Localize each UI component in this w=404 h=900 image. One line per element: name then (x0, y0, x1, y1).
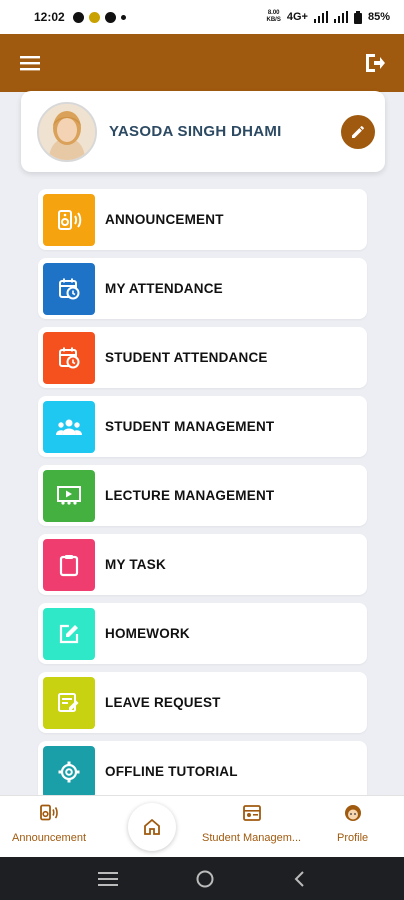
menu-label: LECTURE MANAGEMENT (105, 488, 275, 503)
menu-item-my-task[interactable]: MY TASK (38, 534, 367, 595)
app-notification-icon (88, 11, 100, 23)
calendar-clock-icon (43, 262, 95, 315)
menu-item-leave-request[interactable]: LEAVE REQUEST (38, 672, 367, 733)
menu-item-homework[interactable]: HOMEWORK (38, 603, 367, 664)
student-management-icon (242, 805, 261, 821)
profile-name: YASODA SINGH DHAMI (109, 123, 282, 140)
edit-square-icon (43, 607, 95, 660)
chat-notification-icon (72, 11, 84, 23)
avatar[interactable] (37, 101, 97, 162)
gear-icon (43, 745, 95, 798)
nav-student-management[interactable]: Student Managem... (202, 804, 301, 844)
menu-item-lecture-management[interactable]: LECTURE MANAGEMENT (38, 465, 367, 526)
menu-item-student-management[interactable]: STUDENT MANAGEMENT (38, 396, 367, 457)
system-home-icon[interactable] (195, 869, 215, 889)
speaker-icon (40, 804, 58, 821)
status-time: 12:02 (34, 10, 65, 24)
logout-icon[interactable] (358, 47, 390, 79)
more-notifications-icon (120, 14, 126, 20)
signal-icon (313, 11, 328, 23)
menu-label: HOMEWORK (105, 626, 190, 641)
menu-item-student-attendance[interactable]: STUDENT ATTENDANCE (38, 327, 367, 388)
menu-label: OFFLINE TUTORIAL (105, 764, 238, 779)
net-speed: 8.00 KB/S (267, 10, 281, 24)
menu-label: MY ATTENDANCE (105, 281, 223, 296)
menu-list: ANNOUNCEMENT MY ATTENDANCE STUDENT ATTEN… (38, 189, 367, 810)
status-bar: 12:02 8.00 KB/S 4G+ 85% (0, 0, 404, 34)
nav-label: Student Managem... (202, 832, 302, 844)
system-nav-bar (0, 857, 404, 900)
notification-icons (72, 11, 126, 23)
clipboard-icon (43, 538, 95, 591)
nav-profile[interactable]: Profile (337, 804, 368, 844)
speaker-icon (43, 193, 95, 246)
menu-label: ANNOUNCEMENT (105, 212, 224, 227)
pencil-icon (352, 125, 364, 138)
nav-label: Profile (337, 832, 369, 844)
calendar-clock-icon (43, 331, 95, 384)
signal-icon-2 (333, 11, 348, 23)
form-edit-icon (43, 676, 95, 729)
menu-label: LEAVE REQUEST (105, 695, 221, 710)
bottom-nav: Announcement Student Managem... Profile (0, 795, 404, 857)
battery-level: 85% (367, 11, 390, 23)
menu-label: MY TASK (105, 557, 166, 572)
net-speed-unit: KB/S (266, 17, 281, 23)
clock-notification-icon (104, 11, 116, 23)
menu-item-my-attendance[interactable]: MY ATTENDANCE (38, 258, 367, 319)
profile-card: YASODA SINGH DHAMI (21, 91, 385, 172)
app-bar (0, 34, 404, 92)
back-icon[interactable] (292, 870, 306, 888)
menu-item-announcement[interactable]: ANNOUNCEMENT (38, 189, 367, 250)
edit-profile-button[interactable] (341, 114, 375, 149)
hamburger-icon[interactable] (14, 47, 46, 79)
menu-item-offline-tutorial[interactable]: OFFLINE TUTORIAL (38, 741, 367, 802)
battery-icon (353, 10, 362, 24)
recent-apps-icon[interactable] (98, 871, 119, 887)
nav-label: Announcement (12, 832, 86, 844)
network-type: 4G+ (286, 11, 308, 23)
home-icon (144, 818, 160, 835)
menu-label: STUDENT MANAGEMENT (105, 419, 275, 434)
profile-face-icon (344, 805, 361, 821)
group-icon (43, 400, 95, 453)
home-button[interactable] (128, 803, 176, 851)
presentation-icon (43, 469, 95, 522)
menu-label: STUDENT ATTENDANCE (105, 350, 268, 365)
nav-announcement[interactable]: Announcement (12, 804, 86, 844)
net-speed-value: 8.00 (267, 10, 280, 16)
